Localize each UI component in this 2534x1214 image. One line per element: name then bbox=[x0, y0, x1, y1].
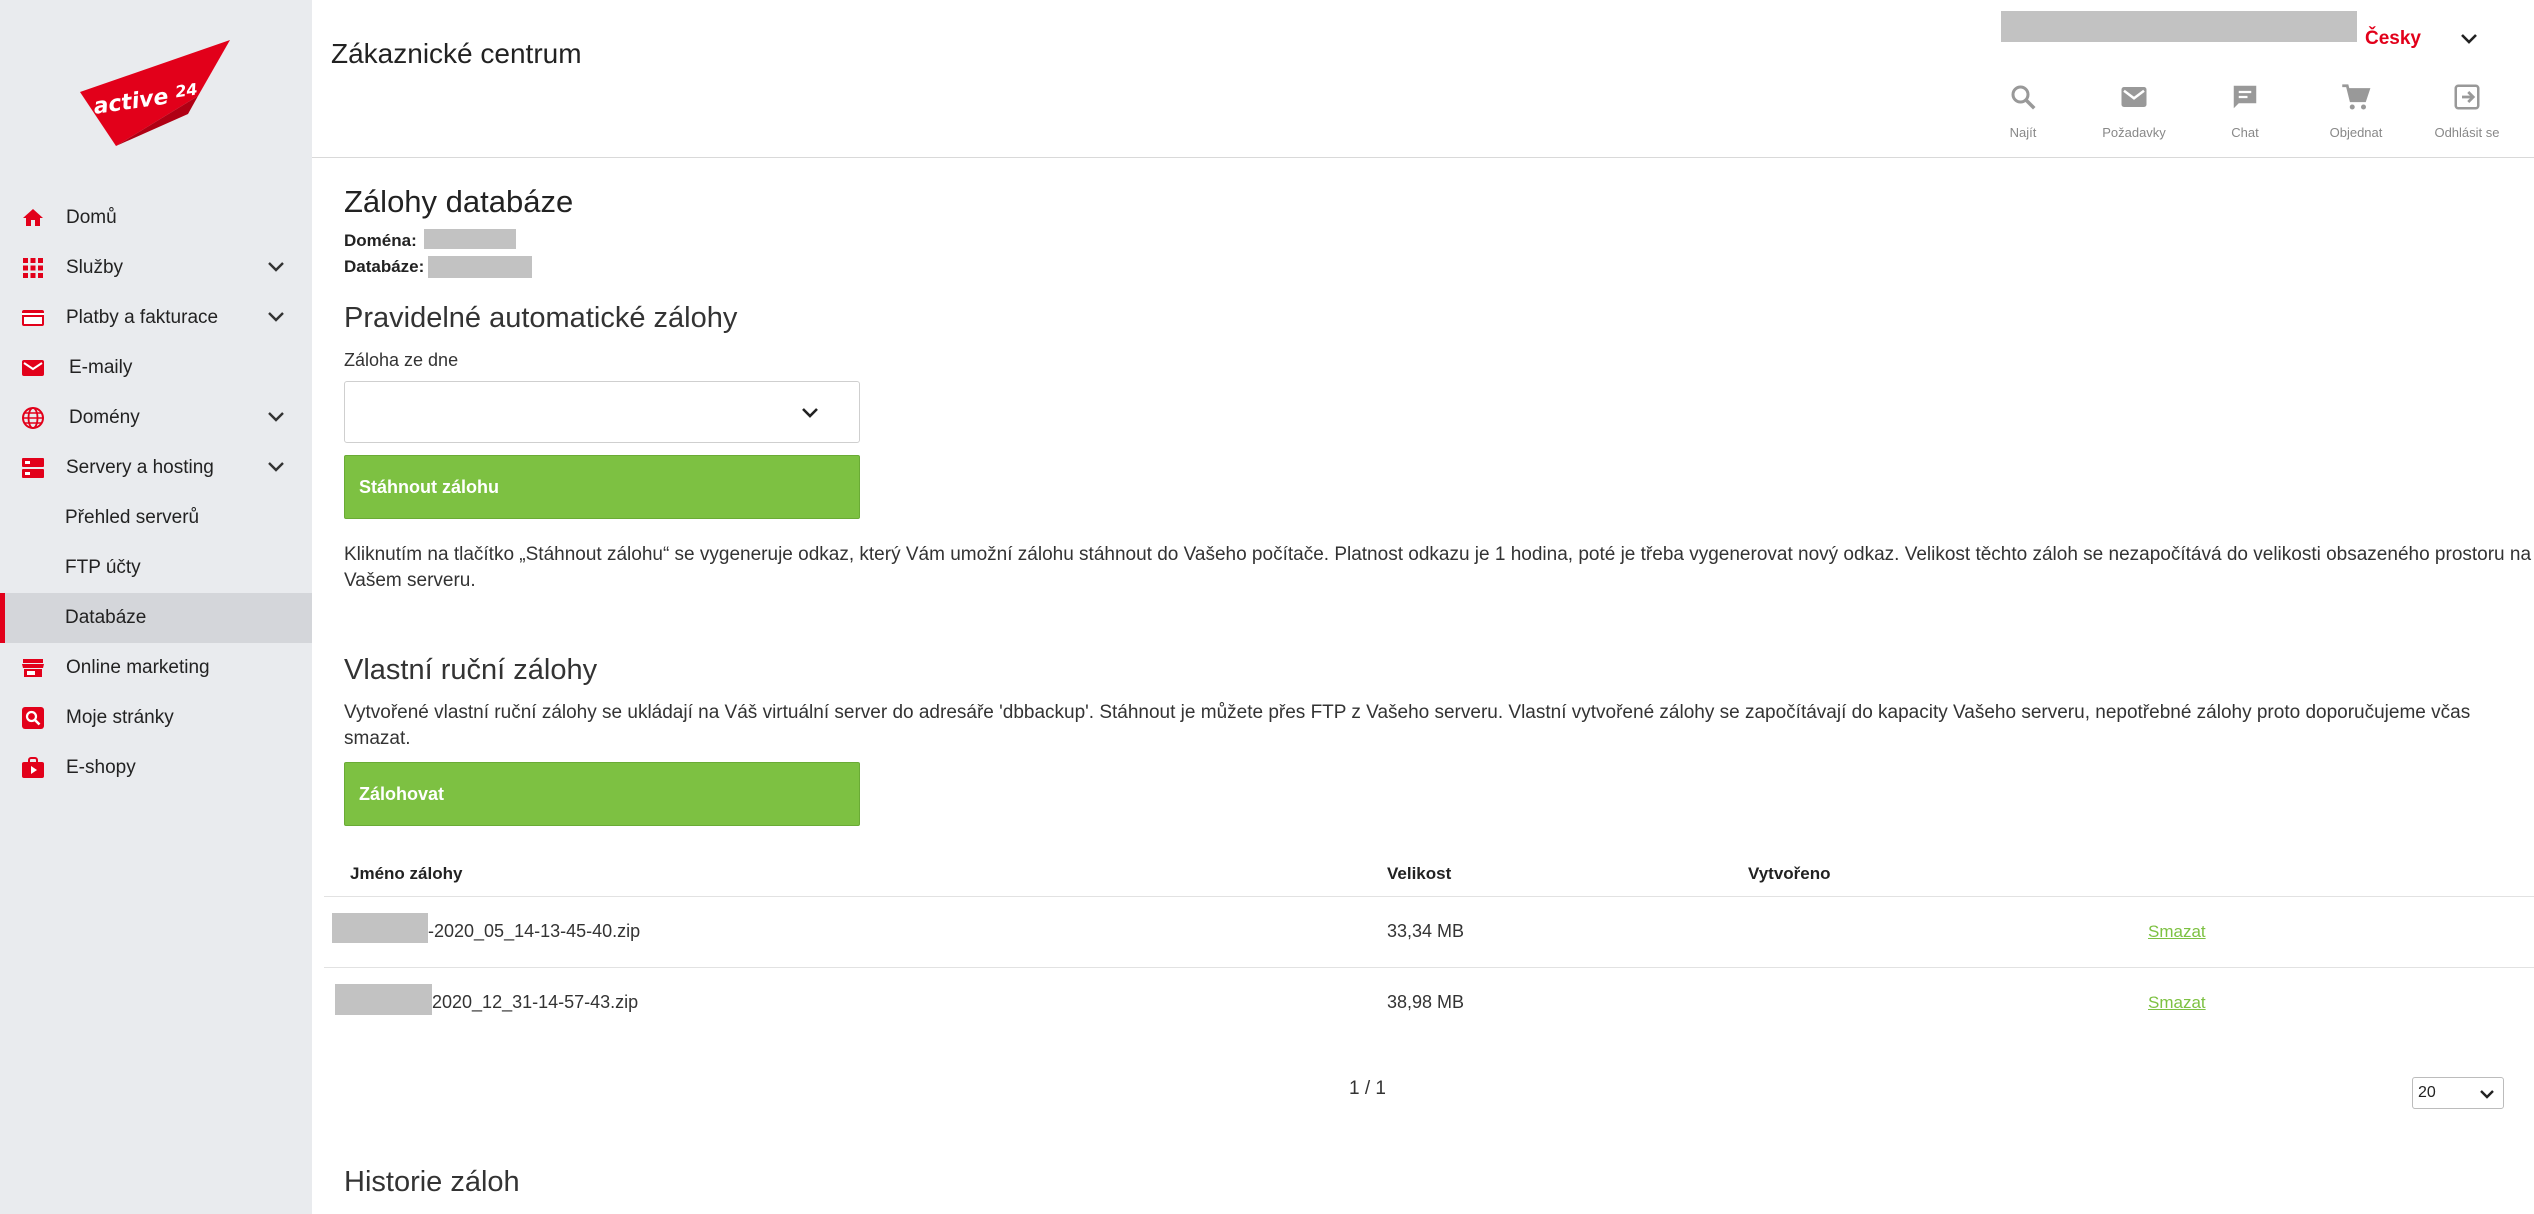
chat-icon bbox=[2233, 85, 2257, 109]
sidebar-item-my-pages[interactable]: Moje stránky bbox=[0, 693, 312, 743]
sidebar-item-domains[interactable]: Domény bbox=[0, 393, 312, 443]
sidebar-item-databases[interactable]: Databáze bbox=[0, 593, 312, 643]
database-value-redacted bbox=[428, 256, 532, 278]
sidebar-item-payments[interactable]: Platby a fakturace bbox=[0, 293, 312, 343]
backup-name-prefix-redacted bbox=[335, 984, 432, 1015]
column-header-size[interactable]: Velikost bbox=[1387, 864, 1451, 884]
auto-backups-description-line2: Vašem serveru. bbox=[344, 570, 476, 591]
chevron-down-icon bbox=[268, 312, 284, 322]
create-backup-button[interactable]: Zálohovat bbox=[344, 762, 860, 826]
sidebar-item-label: Online marketing bbox=[66, 657, 210, 678]
per-page-select[interactable]: 20 bbox=[2412, 1077, 2504, 1109]
language-selector[interactable]: Česky bbox=[2365, 28, 2421, 50]
action-label: Chat bbox=[2231, 125, 2259, 140]
chevron-down-icon bbox=[802, 408, 818, 418]
backup-name-prefix-redacted bbox=[332, 913, 428, 943]
search-page-icon bbox=[22, 707, 44, 729]
table-row-divider bbox=[324, 967, 2534, 968]
sidebar-item-label: Přehled serverů bbox=[65, 507, 200, 528]
sidebar-item-label: Domů bbox=[66, 207, 117, 228]
sidebar-item-servers[interactable]: Servery a hosting bbox=[0, 443, 312, 493]
sidebar-item-label: Služby bbox=[66, 257, 124, 278]
chevron-down-icon[interactable] bbox=[2460, 33, 2478, 45]
sidebar-item-label: Moje stránky bbox=[66, 707, 174, 728]
sidebar-item-label: Domény bbox=[69, 407, 140, 428]
chevron-down-icon bbox=[268, 262, 284, 272]
search-icon bbox=[2011, 85, 2036, 110]
backup-history-heading: Historie záloh bbox=[344, 1166, 520, 1198]
download-backup-button[interactable]: Stáhnout zálohu bbox=[344, 455, 860, 519]
chevron-down-icon bbox=[2480, 1090, 2494, 1099]
action-label: Najít bbox=[2009, 125, 2037, 140]
logout-action[interactable]: Odhlásit se bbox=[2412, 82, 2522, 140]
mail-icon bbox=[22, 360, 44, 376]
user-account-redacted[interactable] bbox=[2001, 11, 2357, 42]
chat-action[interactable]: Chat bbox=[2190, 82, 2300, 140]
backup-name: -2020_05_14-13-45-40.zip bbox=[428, 921, 641, 941]
sidebar-item-label: FTP účty bbox=[65, 557, 141, 578]
domain-label: Doména: bbox=[344, 231, 417, 250]
manual-backups-description: Vytvořené vlastní ruční zálohy se ukláda… bbox=[344, 702, 2471, 749]
chevron-down-icon bbox=[268, 412, 284, 422]
page-title: Zákaznické centrum bbox=[331, 38, 582, 69]
cart-icon bbox=[2342, 84, 2371, 110]
backup-date-select[interactable] bbox=[344, 381, 860, 443]
domain-value-redacted bbox=[424, 229, 516, 249]
home-icon bbox=[23, 209, 43, 226]
globe-icon bbox=[22, 407, 44, 429]
credit-card-icon bbox=[22, 310, 44, 326]
sidebar-item-services[interactable]: Služby bbox=[0, 243, 312, 293]
sidebar-item-label: Platby a fakturace bbox=[66, 307, 219, 328]
mail-icon bbox=[2121, 87, 2147, 107]
backup-size: 38,98 MB bbox=[1387, 992, 1465, 1012]
auto-backups-heading: Pravidelné automatické zálohy bbox=[344, 302, 738, 334]
requests-action[interactable]: Požadavky bbox=[2079, 82, 2189, 140]
column-header-created[interactable]: Vytvořeno bbox=[1748, 864, 1831, 884]
sidebar-item-label: E-shopy bbox=[66, 757, 136, 778]
backup-date-label: Záloha ze dne bbox=[344, 350, 459, 370]
database-label: Databáze: bbox=[344, 257, 425, 276]
chevron-down-icon bbox=[268, 462, 284, 472]
sidebar-item-eshops[interactable]: E-shopy bbox=[0, 743, 312, 793]
pagination-info: 1 / 1 bbox=[1349, 1078, 1386, 1099]
grid-icon bbox=[23, 258, 43, 278]
auto-backups-description-line1: Kliknutím na tlačítko „Stáhnout zálohu“ … bbox=[344, 544, 2532, 565]
delete-backup-link[interactable]: Smazat bbox=[2148, 922, 2206, 942]
delete-backup-link[interactable]: Smazat bbox=[2148, 993, 2206, 1013]
sidebar-item-label: E-maily bbox=[69, 357, 133, 378]
header-divider bbox=[312, 157, 2534, 158]
per-page-value: 20 bbox=[2418, 1084, 2436, 1101]
table-header-divider bbox=[324, 896, 2534, 897]
search-action[interactable]: Najít bbox=[1968, 82, 2078, 140]
section-title: Zálohy databáze bbox=[344, 184, 574, 219]
sidebar-item-home[interactable]: Domů bbox=[0, 193, 312, 243]
sidebar-item-label: Databáze bbox=[65, 607, 147, 628]
action-label: Odhlásit se bbox=[2434, 125, 2500, 140]
sidebar: active 24 Domů Služby Platby a fakturace… bbox=[0, 0, 312, 1214]
active24-logo[interactable]: active 24 bbox=[76, 36, 234, 148]
sidebar-item-server-overview[interactable]: Přehled serverů bbox=[0, 493, 312, 543]
backup-name: 2020_12_31-14-57-43.zip bbox=[432, 992, 639, 1012]
sidebar-nav: Domů Služby Platby a fakturace E-maily D… bbox=[0, 193, 312, 793]
order-action[interactable]: Objednat bbox=[2301, 82, 2411, 140]
column-header-name[interactable]: Jméno zálohy bbox=[350, 864, 462, 884]
action-label: Požadavky bbox=[2102, 125, 2166, 140]
svg-text:24: 24 bbox=[174, 79, 199, 101]
store-icon bbox=[22, 659, 44, 677]
sidebar-item-emails[interactable]: E-maily bbox=[0, 343, 312, 393]
sidebar-item-ftp-accounts[interactable]: FTP účty bbox=[0, 543, 312, 593]
sidebar-item-label: Servery a hosting bbox=[66, 457, 214, 478]
server-icon bbox=[22, 458, 44, 478]
sidebar-item-online-marketing[interactable]: Online marketing bbox=[0, 643, 312, 693]
logout-icon bbox=[2454, 84, 2480, 110]
action-label: Objednat bbox=[2329, 125, 2383, 140]
backup-size: 33,34 MB bbox=[1387, 921, 1465, 941]
shop-bag-icon bbox=[22, 757, 44, 778]
manual-backups-heading: Vlastní ruční zálohy bbox=[344, 654, 598, 686]
